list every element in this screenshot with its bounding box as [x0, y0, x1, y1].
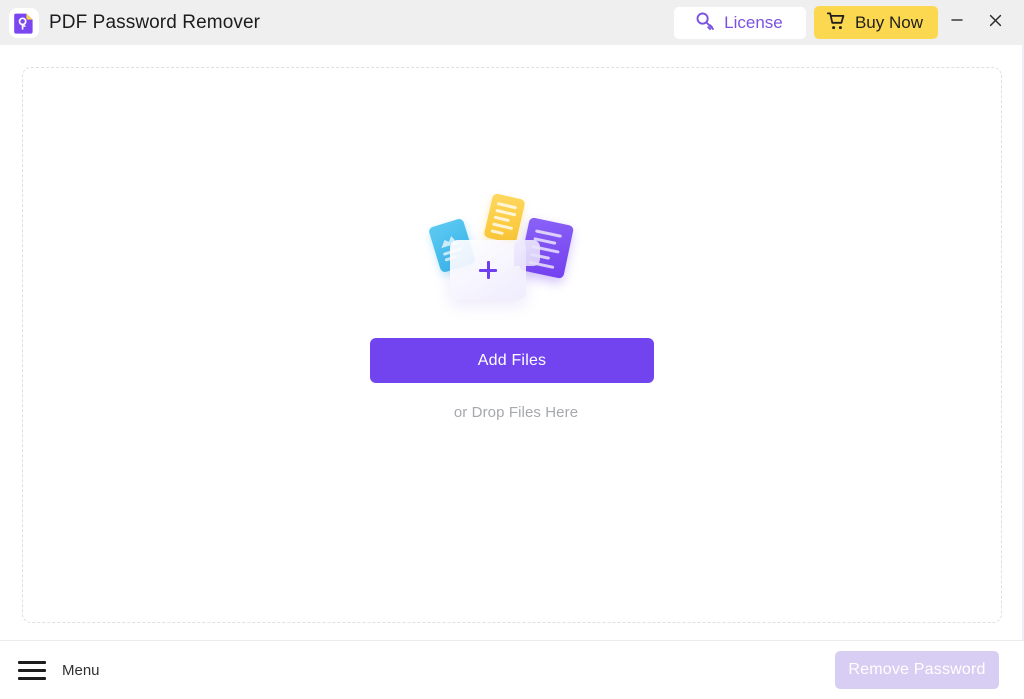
add-file-card [450, 240, 540, 300]
pdf-lock-icon [9, 7, 39, 38]
license-button-label: License [724, 13, 783, 32]
footer-bar: Menu Remove Password [0, 640, 1024, 699]
menu-button[interactable]: Menu [16, 657, 102, 684]
license-button[interactable]: License [673, 6, 806, 39]
text-line [535, 229, 563, 238]
minimize-icon [949, 12, 965, 33]
close-button[interactable] [976, 0, 1014, 45]
minimize-button[interactable] [938, 0, 976, 45]
remove-password-button[interactable]: Remove Password [835, 651, 999, 689]
plus-icon [479, 269, 497, 272]
yellow-document [483, 192, 526, 245]
buy-now-button[interactable]: Buy Now [813, 6, 938, 39]
menu-button-label: Menu [62, 661, 100, 679]
text-line [490, 229, 504, 236]
text-line [496, 202, 518, 210]
text-line [493, 215, 510, 223]
title-bar: PDF Password Remover License Buy Now [0, 0, 1024, 45]
shopping-cart-icon [826, 11, 847, 35]
app-window: PDF Password Remover License Buy Now Add… [0, 0, 1024, 699]
file-dropzone[interactable]: Add Files or Drop Files Here [22, 67, 1002, 623]
main-content: Add Files or Drop Files Here [0, 45, 1024, 640]
dropzone-inner: Add Files or Drop Files Here [23, 192, 1001, 421]
text-line [495, 208, 517, 217]
buy-now-button-label: Buy Now [854, 13, 923, 32]
window-title: PDF Password Remover [49, 12, 261, 33]
close-icon [987, 12, 1004, 34]
drop-files-hint: or Drop Files Here [453, 404, 579, 421]
card-tab [514, 240, 540, 266]
empty-state-illustration [426, 192, 596, 313]
text-line [492, 222, 514, 231]
hamburger-icon [18, 660, 46, 680]
key-icon [695, 11, 716, 35]
add-files-button[interactable]: Add Files [370, 338, 654, 383]
